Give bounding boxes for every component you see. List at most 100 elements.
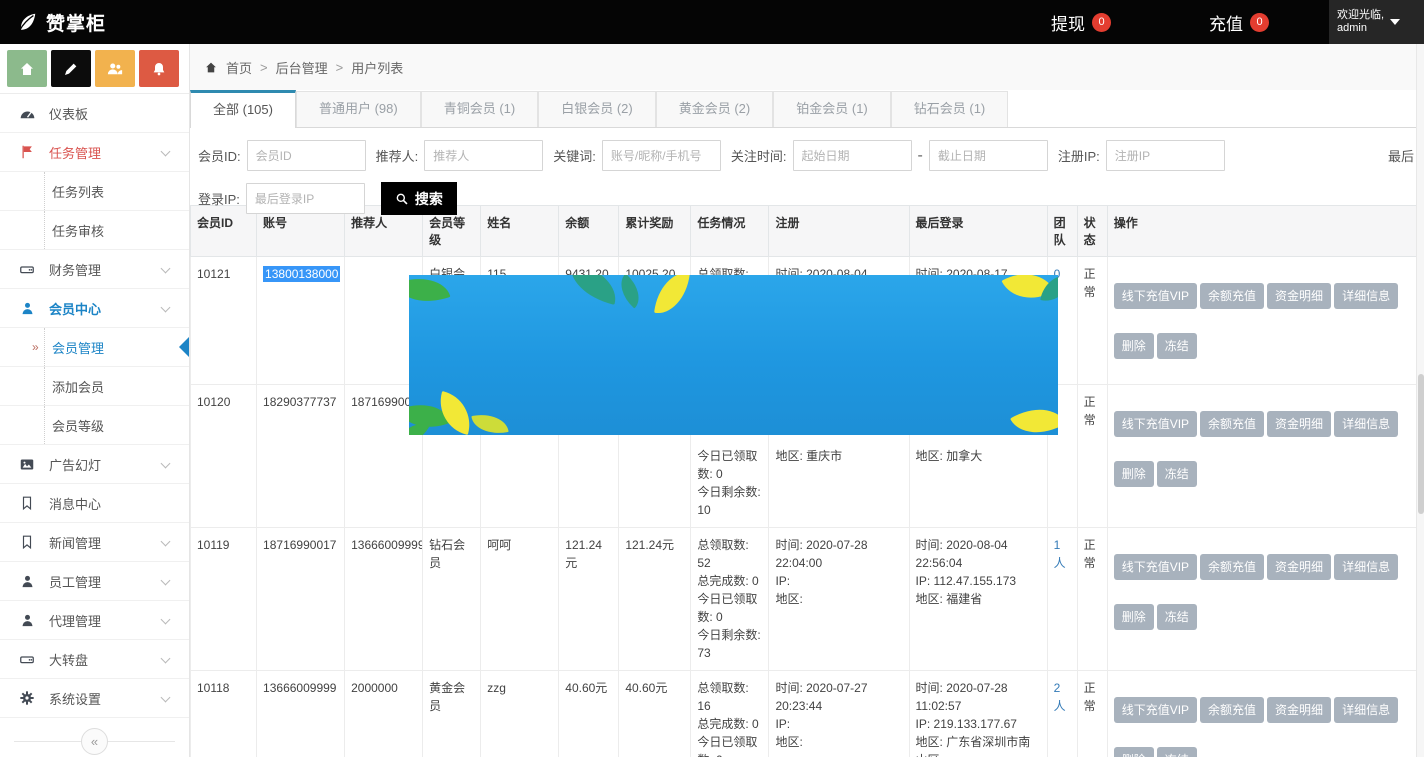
fund-details-button[interactable]: 资金明细 <box>1267 283 1331 309</box>
fund-details-button[interactable]: 资金明细 <box>1267 697 1331 723</box>
sidebar-item-message-center[interactable]: 消息中心 <box>0 484 189 523</box>
top-header: 赞掌柜 提现 0 充值 0 欢迎光临, admin <box>0 0 1424 44</box>
cell-team: 1 人 <box>1047 528 1077 671</box>
user-icon <box>18 613 36 628</box>
vertical-scrollbar[interactable] <box>1416 44 1424 757</box>
delete-button[interactable]: 删除 <box>1114 333 1154 359</box>
col-team: 团队 <box>1047 206 1077 257</box>
freeze-button[interactable]: 冻结 <box>1157 333 1197 359</box>
chevron-down-icon <box>161 576 171 586</box>
follow-time-label: 关注时间: <box>731 146 787 165</box>
tab-normal-user[interactable]: 普通用户 (98) <box>296 91 421 127</box>
search-button[interactable]: 搜索 <box>381 182 457 215</box>
breadcrumb-backend[interactable]: 后台管理 <box>276 58 328 77</box>
freeze-button[interactable]: 冻结 <box>1157 604 1197 630</box>
delete-button[interactable]: 删除 <box>1114 747 1154 757</box>
team-link[interactable]: 2 人 <box>1054 681 1066 713</box>
offline-recharge-vip-button[interactable]: 线下充值VIP <box>1114 554 1197 580</box>
selected-text: 13800138000 <box>263 266 340 282</box>
sidebar-item-ad-slides[interactable]: 广告幻灯 <box>0 445 189 484</box>
sidebar-item-label: 会员管理 <box>52 338 104 357</box>
breadcrumb-user-list[interactable]: 用户列表 <box>351 58 403 77</box>
clipped-label: 最后 <box>1388 146 1414 165</box>
team-link[interactable]: 1 人 <box>1054 538 1066 570</box>
offline-recharge-vip-button[interactable]: 线下充值VIP <box>1114 411 1197 437</box>
start-date-input[interactable] <box>793 140 912 171</box>
sidebar-item-agent-management[interactable]: 代理管理 <box>0 601 189 640</box>
edit-button[interactable] <box>51 50 91 87</box>
detail-info-button[interactable]: 详细信息 <box>1334 283 1398 309</box>
gear-icon <box>18 690 36 706</box>
col-reward: 累计奖励 <box>619 206 691 257</box>
sidebar-item-task-management[interactable]: 任务管理 <box>0 133 189 172</box>
sidebar-item-system-settings[interactable]: 系统设置 <box>0 679 189 718</box>
end-date-input[interactable] <box>929 140 1048 171</box>
balance-recharge-button[interactable]: 余额充值 <box>1200 411 1264 437</box>
delete-button[interactable]: 删除 <box>1114 461 1154 487</box>
cell-account: 18716990017 <box>257 528 345 671</box>
freeze-button[interactable]: 冻结 <box>1157 747 1197 757</box>
tab-platinum[interactable]: 铂金会员 (1) <box>773 91 891 127</box>
tab-gold[interactable]: 黄金会员 (2) <box>656 91 774 127</box>
sidebar-item-task-review[interactable]: 任务审核 <box>0 211 189 250</box>
sidebar-collapse-button[interactable]: « <box>81 728 108 755</box>
sidebar-item-dashboard[interactable]: 仪表板 <box>0 94 189 133</box>
scrollbar-thumb[interactable] <box>1418 374 1424 514</box>
table-header-row: 会员ID 账号 推荐人 会员等级 姓名 余额 累计奖励 任务情况 注册 最后登录… <box>191 206 1417 257</box>
breadcrumb: 首页 > 后台管理 > 用户列表 <box>190 44 1424 90</box>
tab-all[interactable]: 全部 (105) <box>190 90 296 128</box>
sidebar-item-finance[interactable]: 财务管理 <box>0 250 189 289</box>
user-menu[interactable]: 欢迎光临, admin <box>1329 0 1424 44</box>
offline-recharge-vip-button[interactable]: 线下充值VIP <box>1114 283 1197 309</box>
withdraw-link[interactable]: 提现 0 <box>1051 10 1111 35</box>
sidebar-item-task-list[interactable]: 任务列表 <box>0 172 189 211</box>
sidebar-item-member-management[interactable]: » 会员管理 <box>0 328 189 367</box>
sidebar-item-staff-management[interactable]: 员工管理 <box>0 562 189 601</box>
sidebar-item-member-level[interactable]: 会员等级 <box>0 406 189 445</box>
sidebar-item-lucky-wheel[interactable]: 大转盘 <box>0 640 189 679</box>
referrer-label: 推荐人: <box>376 146 419 165</box>
tab-diamond[interactable]: 钻石会员 (1) <box>891 91 1009 127</box>
tab-bronze[interactable]: 青铜会员 (1) <box>421 91 539 127</box>
tab-silver[interactable]: 白银会员 (2) <box>538 91 656 127</box>
member-id-input[interactable] <box>247 140 366 171</box>
leaf-icon <box>564 275 622 305</box>
sidebar-item-member-center[interactable]: 会员中心 <box>0 289 189 328</box>
app-title: 赞掌柜 <box>46 9 106 36</box>
breadcrumb-home[interactable]: 首页 <box>226 58 252 77</box>
balance-recharge-button[interactable]: 余额充值 <box>1200 283 1264 309</box>
notifications-button[interactable] <box>139 50 179 87</box>
keyword-input[interactable] <box>602 140 721 171</box>
sidebar-item-label: 会员中心 <box>49 299 101 318</box>
recharge-link[interactable]: 充值 0 <box>1209 10 1269 35</box>
balance-recharge-button[interactable]: 余额充值 <box>1200 697 1264 723</box>
chevron-down-icon <box>161 654 171 664</box>
sidebar-item-label: 财务管理 <box>49 260 101 279</box>
users-button[interactable] <box>95 50 135 87</box>
drive-icon <box>18 262 36 277</box>
detail-info-button[interactable]: 详细信息 <box>1334 697 1398 723</box>
login-ip-input[interactable] <box>246 183 365 214</box>
home-button[interactable] <box>7 50 47 87</box>
delete-button[interactable]: 删除 <box>1114 604 1154 630</box>
register-ip-input[interactable] <box>1106 140 1225 171</box>
balance-recharge-button[interactable]: 余额充值 <box>1200 554 1264 580</box>
sidebar-item-news-management[interactable]: 新闻管理 <box>0 523 189 562</box>
detail-info-button[interactable]: 详细信息 <box>1334 554 1398 580</box>
fund-details-button[interactable]: 资金明细 <box>1267 411 1331 437</box>
col-last-login: 最后登录 <box>909 206 1047 257</box>
cell-last-login: 时间: 2020-08-04 22:56:04 IP: 112.47.155.1… <box>909 528 1047 671</box>
fund-details-button[interactable]: 资金明细 <box>1267 554 1331 580</box>
detail-info-button[interactable]: 详细信息 <box>1334 411 1398 437</box>
bookmark-icon <box>18 495 36 511</box>
sidebar-item-add-member[interactable]: 添加会员 <box>0 367 189 406</box>
cell-team: 2 人 <box>1047 671 1077 757</box>
app-logo[interactable]: 赞掌柜 <box>0 9 106 36</box>
offline-recharge-vip-button[interactable]: 线下充值VIP <box>1114 697 1197 723</box>
register-ip-label: 注册IP: <box>1058 146 1100 165</box>
freeze-button[interactable]: 冻结 <box>1157 461 1197 487</box>
referrer-input[interactable] <box>424 140 543 171</box>
search-icon <box>395 192 409 206</box>
sidebar-item-label: 会员等级 <box>52 416 104 435</box>
cell-status: 正常 <box>1077 671 1107 757</box>
